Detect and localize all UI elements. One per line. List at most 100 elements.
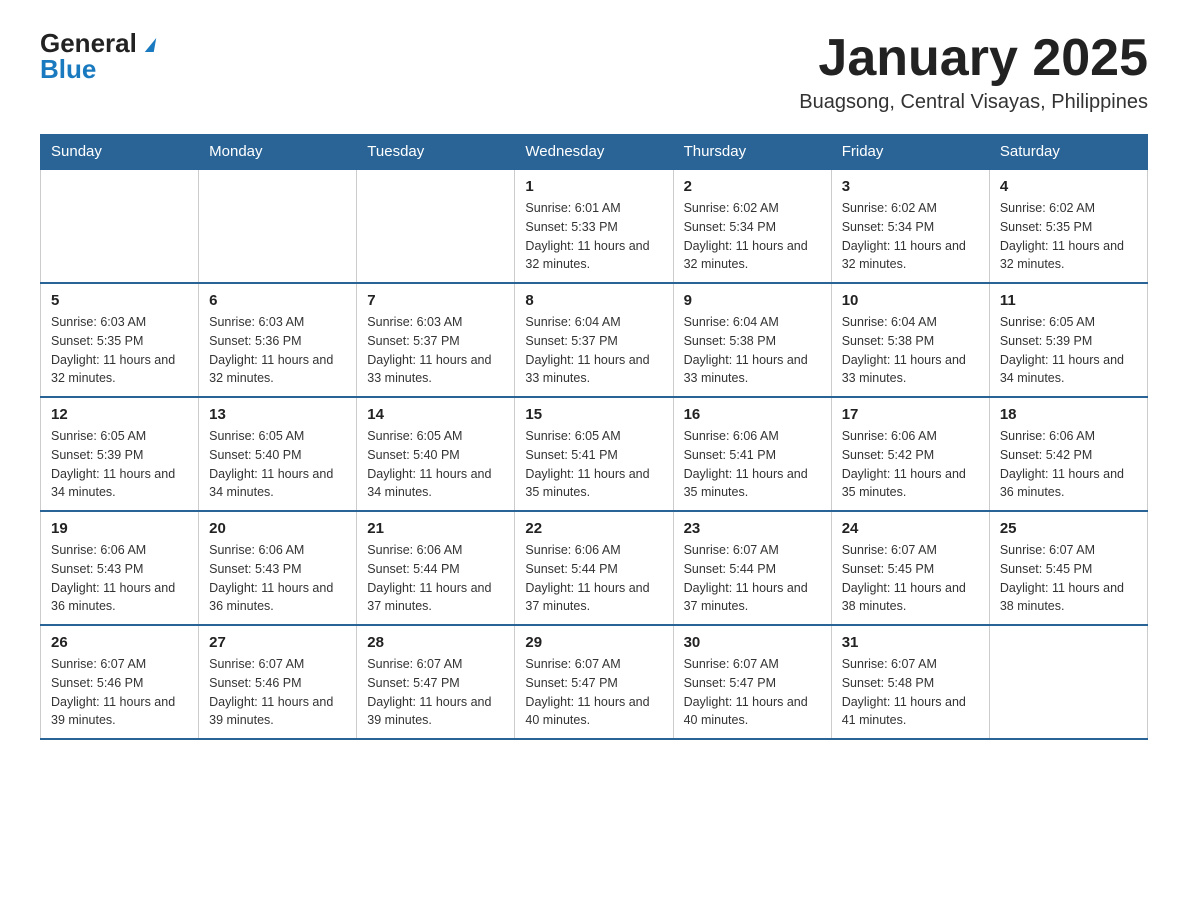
day-number: 24 xyxy=(842,520,979,537)
day-number: 16 xyxy=(684,406,821,423)
day-number: 19 xyxy=(51,520,188,537)
day-info: Sunrise: 6:01 AMSunset: 5:33 PMDaylight:… xyxy=(525,199,662,274)
day-number: 21 xyxy=(367,520,504,537)
day-info: Sunrise: 6:04 AMSunset: 5:37 PMDaylight:… xyxy=(525,313,662,388)
month-title: January 2025 xyxy=(799,30,1148,87)
calendar-cell: 4Sunrise: 6:02 AMSunset: 5:35 PMDaylight… xyxy=(989,169,1147,283)
calendar-cell: 27 Sunrise: 6:07 AMSunset: 5:46 PMDayligh… xyxy=(199,625,357,739)
day-info: Sunrise: 6:07 AMSunset: 5:47 PMDaylight:… xyxy=(367,655,504,730)
calendar-week-row: 12 Sunrise: 6:05 AMSunset: 5:39 PMDayligh… xyxy=(41,397,1148,511)
calendar-cell: 9 Sunrise: 6:04 AMSunset: 5:38 PMDaylight… xyxy=(673,283,831,397)
day-info: Sunrise: 6:06 AMSunset: 5:44 PMDaylight:… xyxy=(367,541,504,616)
day-number: 31 xyxy=(842,634,979,651)
calendar-week-row: 26 Sunrise: 6:07 AMSunset: 5:46 PMDayligh… xyxy=(41,625,1148,739)
day-info: Sunrise: 6:04 AMSunset: 5:38 PMDaylight:… xyxy=(842,313,979,388)
day-info: Sunrise: 6:07 AMSunset: 5:47 PMDaylight:… xyxy=(684,655,821,730)
calendar-cell xyxy=(199,169,357,283)
weekday-header-saturday: Saturday xyxy=(989,135,1147,170)
weekday-header-friday: Friday xyxy=(831,135,989,170)
day-number: 10 xyxy=(842,292,979,309)
day-info: Sunrise: 6:07 AMSunset: 5:47 PMDaylight:… xyxy=(525,655,662,730)
day-info: Sunrise: 6:05 AMSunset: 5:39 PMDaylight:… xyxy=(51,427,188,502)
calendar-cell: 31 Sunrise: 6:07 AMSunset: 5:48 PMDayligh… xyxy=(831,625,989,739)
calendar-cell: 29Sunrise: 6:07 AMSunset: 5:47 PMDayligh… xyxy=(515,625,673,739)
day-number: 17 xyxy=(842,406,979,423)
calendar-cell: 11 Sunrise: 6:05 AMSunset: 5:39 PMDayligh… xyxy=(989,283,1147,397)
day-number: 9 xyxy=(684,292,821,309)
calendar-cell: 23Sunrise: 6:07 AMSunset: 5:44 PMDayligh… xyxy=(673,511,831,625)
calendar-cell: 15 Sunrise: 6:05 AMSunset: 5:41 PMDayligh… xyxy=(515,397,673,511)
calendar-cell: 25 Sunrise: 6:07 AMSunset: 5:45 PMDayligh… xyxy=(989,511,1147,625)
day-info: Sunrise: 6:06 AMSunset: 5:42 PMDaylight:… xyxy=(842,427,979,502)
day-info: Sunrise: 6:07 AMSunset: 5:46 PMDaylight:… xyxy=(209,655,346,730)
calendar-week-row: 1 Sunrise: 6:01 AMSunset: 5:33 PMDaylight… xyxy=(41,169,1148,283)
logo: General Blue xyxy=(40,30,155,82)
calendar-cell: 26 Sunrise: 6:07 AMSunset: 5:46 PMDayligh… xyxy=(41,625,199,739)
calendar-cell xyxy=(989,625,1147,739)
day-info: Sunrise: 6:06 AMSunset: 5:42 PMDaylight:… xyxy=(1000,427,1137,502)
day-info: Sunrise: 6:03 AMSunset: 5:37 PMDaylight:… xyxy=(367,313,504,388)
day-info: Sunrise: 6:03 AMSunset: 5:35 PMDaylight:… xyxy=(51,313,188,388)
day-number: 11 xyxy=(1000,292,1137,309)
calendar-cell: 22 Sunrise: 6:06 AMSunset: 5:44 PMDayligh… xyxy=(515,511,673,625)
day-number: 8 xyxy=(525,292,662,309)
day-info: Sunrise: 6:05 AMSunset: 5:39 PMDaylight:… xyxy=(1000,313,1137,388)
calendar-cell: 5 Sunrise: 6:03 AMSunset: 5:35 PMDaylight… xyxy=(41,283,199,397)
day-info: Sunrise: 6:05 AMSunset: 5:41 PMDaylight:… xyxy=(525,427,662,502)
calendar-cell: 24 Sunrise: 6:07 AMSunset: 5:45 PMDayligh… xyxy=(831,511,989,625)
day-number: 25 xyxy=(1000,520,1137,537)
calendar-cell: 20Sunrise: 6:06 AMSunset: 5:43 PMDayligh… xyxy=(199,511,357,625)
day-number: 6 xyxy=(209,292,346,309)
calendar-cell: 28 Sunrise: 6:07 AMSunset: 5:47 PMDayligh… xyxy=(357,625,515,739)
day-number: 30 xyxy=(684,634,821,651)
calendar-cell: 17 Sunrise: 6:06 AMSunset: 5:42 PMDayligh… xyxy=(831,397,989,511)
day-number: 22 xyxy=(525,520,662,537)
day-number: 3 xyxy=(842,178,979,195)
calendar-cell xyxy=(357,169,515,283)
calendar-cell: 12 Sunrise: 6:05 AMSunset: 5:39 PMDayligh… xyxy=(41,397,199,511)
day-number: 20 xyxy=(209,520,346,537)
calendar-cell: 1 Sunrise: 6:01 AMSunset: 5:33 PMDaylight… xyxy=(515,169,673,283)
day-info: Sunrise: 6:07 AMSunset: 5:45 PMDaylight:… xyxy=(842,541,979,616)
day-info: Sunrise: 6:07 AMSunset: 5:45 PMDaylight:… xyxy=(1000,541,1137,616)
calendar-cell: 14 Sunrise: 6:05 AMSunset: 5:40 PMDayligh… xyxy=(357,397,515,511)
day-number: 13 xyxy=(209,406,346,423)
day-number: 1 xyxy=(525,178,662,195)
day-info: Sunrise: 6:06 AMSunset: 5:44 PMDaylight:… xyxy=(525,541,662,616)
calendar-cell xyxy=(41,169,199,283)
calendar-cell: 3 Sunrise: 6:02 AMSunset: 5:34 PMDaylight… xyxy=(831,169,989,283)
day-number: 14 xyxy=(367,406,504,423)
calendar-week-row: 5 Sunrise: 6:03 AMSunset: 5:35 PMDaylight… xyxy=(41,283,1148,397)
weekday-header-wednesday: Wednesday xyxy=(515,135,673,170)
calendar-cell: 7 Sunrise: 6:03 AMSunset: 5:37 PMDaylight… xyxy=(357,283,515,397)
calendar-cell: 21 Sunrise: 6:06 AMSunset: 5:44 PMDayligh… xyxy=(357,511,515,625)
day-number: 5 xyxy=(51,292,188,309)
day-number: 27 xyxy=(209,634,346,651)
day-info: Sunrise: 6:02 AMSunset: 5:34 PMDaylight:… xyxy=(842,199,979,274)
day-info: Sunrise: 6:06 AMSunset: 5:41 PMDaylight:… xyxy=(684,427,821,502)
day-info: Sunrise: 6:05 AMSunset: 5:40 PMDaylight:… xyxy=(209,427,346,502)
calendar-cell: 6Sunrise: 6:03 AMSunset: 5:36 PMDaylight… xyxy=(199,283,357,397)
day-info: Sunrise: 6:07 AMSunset: 5:48 PMDaylight:… xyxy=(842,655,979,730)
location-title: Buagsong, Central Visayas, Philippines xyxy=(799,91,1148,114)
calendar-cell: 18Sunrise: 6:06 AMSunset: 5:42 PMDayligh… xyxy=(989,397,1147,511)
day-number: 15 xyxy=(525,406,662,423)
calendar-header-row: SundayMondayTuesdayWednesdayThursdayFrid… xyxy=(41,135,1148,170)
calendar-cell: 2Sunrise: 6:02 AMSunset: 5:34 PMDaylight… xyxy=(673,169,831,283)
day-number: 7 xyxy=(367,292,504,309)
weekday-header-thursday: Thursday xyxy=(673,135,831,170)
day-info: Sunrise: 6:04 AMSunset: 5:38 PMDaylight:… xyxy=(684,313,821,388)
day-number: 28 xyxy=(367,634,504,651)
logo-blue-text: Blue xyxy=(40,56,96,82)
calendar-cell: 30 Sunrise: 6:07 AMSunset: 5:47 PMDayligh… xyxy=(673,625,831,739)
day-number: 26 xyxy=(51,634,188,651)
day-number: 12 xyxy=(51,406,188,423)
weekday-header-sunday: Sunday xyxy=(41,135,199,170)
day-info: Sunrise: 6:02 AMSunset: 5:35 PMDaylight:… xyxy=(1000,199,1137,274)
calendar-table: SundayMondayTuesdayWednesdayThursdayFrid… xyxy=(40,134,1148,740)
calendar-week-row: 19Sunrise: 6:06 AMSunset: 5:43 PMDayligh… xyxy=(41,511,1148,625)
page-header: General Blue January 2025 Buagsong, Cent… xyxy=(40,30,1148,114)
day-info: Sunrise: 6:05 AMSunset: 5:40 PMDaylight:… xyxy=(367,427,504,502)
calendar-cell: 16 Sunrise: 6:06 AMSunset: 5:41 PMDayligh… xyxy=(673,397,831,511)
day-info: Sunrise: 6:07 AMSunset: 5:46 PMDaylight:… xyxy=(51,655,188,730)
